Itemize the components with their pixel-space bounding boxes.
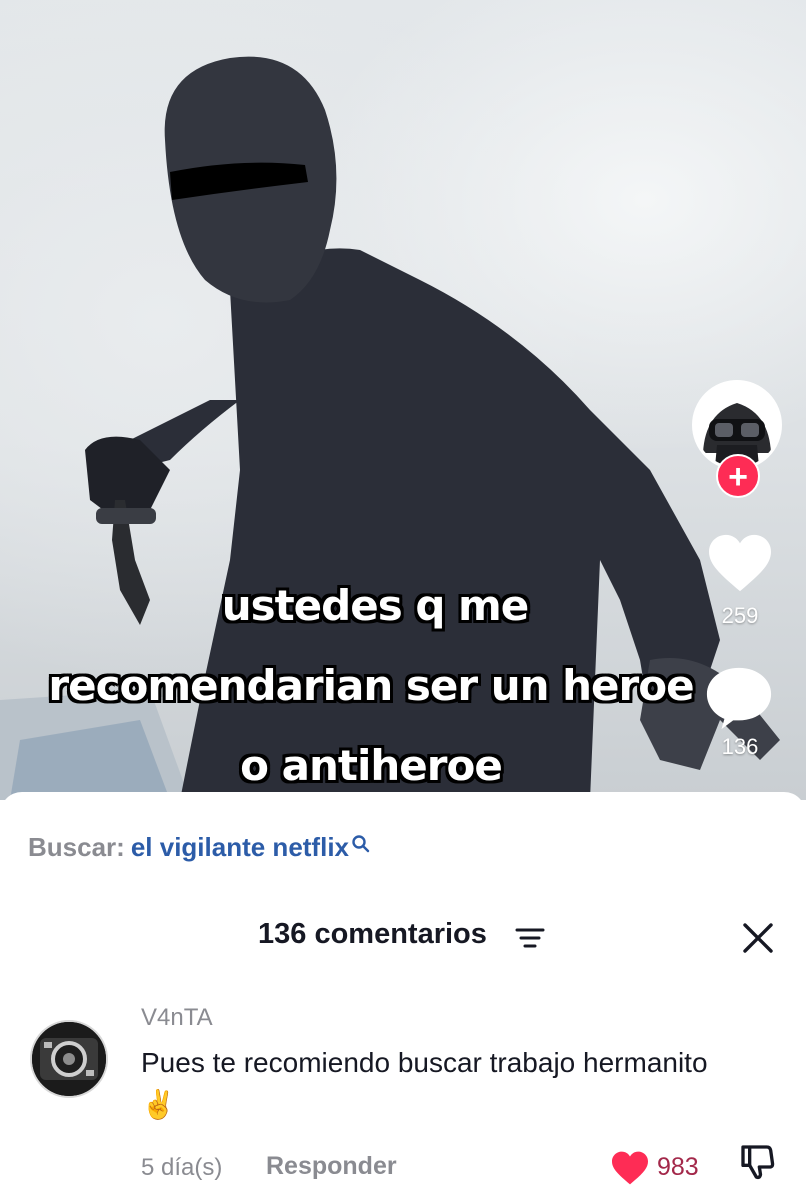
comment-bubble-icon[interactable]: [704, 664, 774, 730]
like-count: 259: [721, 603, 759, 628]
comment-text: Pues te recomiendo buscar trabajo herman…: [141, 1047, 708, 1120]
follow-button[interactable]: +: [716, 454, 760, 498]
plus-icon: +: [728, 458, 748, 496]
comments-count-title: 136 comentarios: [258, 918, 487, 950]
comment-username[interactable]: V4nTA: [141, 1004, 213, 1032]
caption-line-2: recomendarian ser un heroe: [48, 661, 694, 710]
comments-sheet: Buscar: el vigilante netflix 136 comentar…: [0, 792, 806, 1200]
search-query-link[interactable]: el vigilante netflix: [131, 832, 349, 862]
close-icon[interactable]: [740, 920, 776, 956]
search-suggestion[interactable]: Buscar: el vigilante netflix: [28, 832, 371, 863]
commenter-avatar[interactable]: [30, 1020, 108, 1098]
filter-icon[interactable]: [514, 926, 546, 952]
commenter-avatar-image: [32, 1022, 106, 1096]
video-player[interactable]: ustedes q me recomendarian ser un heroe …: [0, 0, 806, 800]
reply-button[interactable]: Responder: [266, 1152, 397, 1181]
comment-item: V4nTA Pues te recomiendo buscar trabajo …: [0, 1002, 806, 1192]
comment-timestamp: 5 día(s): [141, 1154, 223, 1181]
caption-line-1: ustedes q me: [221, 581, 530, 630]
dislike-icon[interactable]: [738, 1142, 778, 1182]
search-icon: [352, 835, 370, 853]
comment-like-count: 983: [657, 1153, 699, 1181]
caption-line-3: o antiheroe: [240, 741, 503, 790]
comments-header: 136 comentarios: [0, 918, 806, 958]
comment-heart-icon[interactable]: [610, 1150, 650, 1186]
comment-count: 136: [721, 734, 759, 759]
heart-icon[interactable]: [706, 532, 774, 594]
search-prefix: Buscar:: [28, 832, 125, 862]
